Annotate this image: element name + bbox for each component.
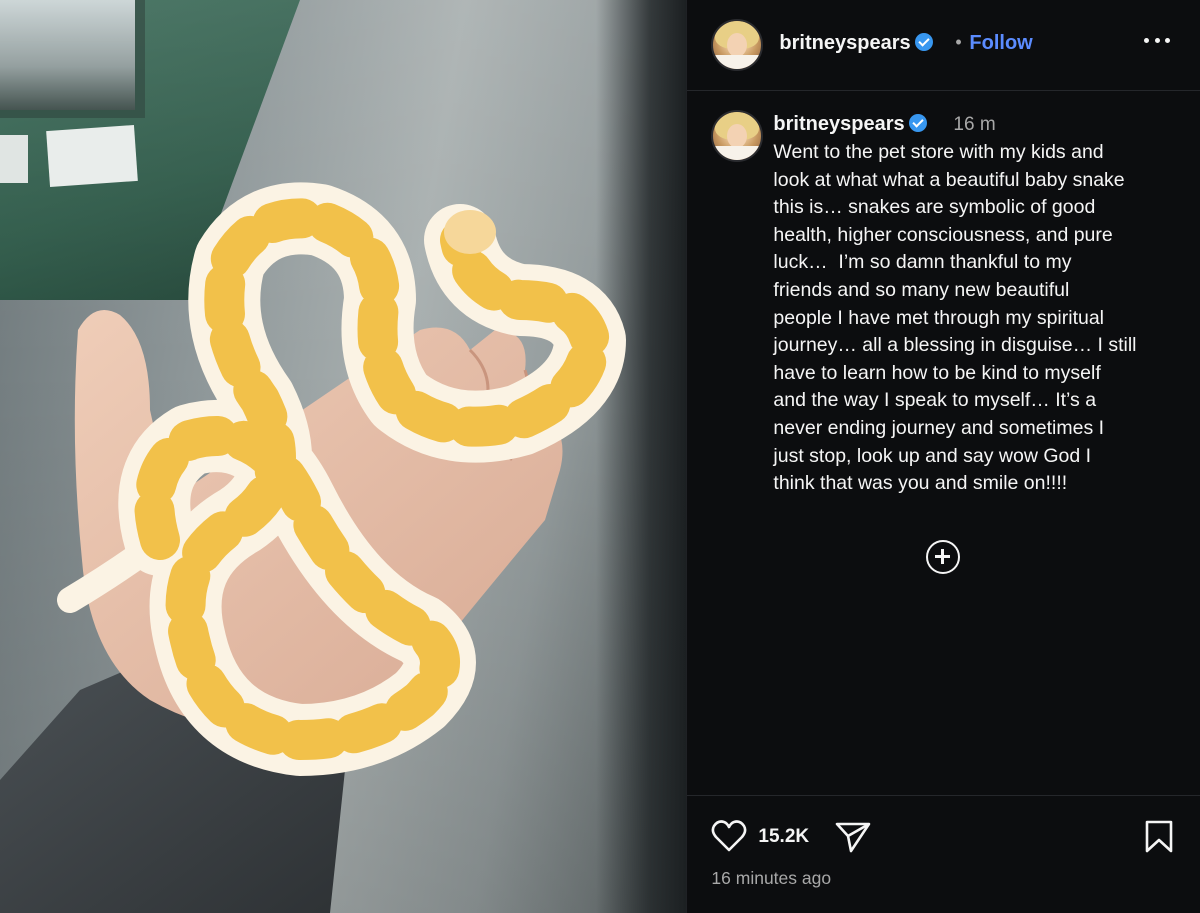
caption-username-text: britneyspears [773,113,905,135]
post-photo[interactable] [0,0,687,913]
caption-text: Went to the pet store with my kids and l… [773,141,1137,495]
hand-holding-snake-illustration [0,182,626,913]
bookmark-icon[interactable] [1144,820,1174,854]
username-text: britneyspears [779,32,911,54]
caption-username-link[interactable]: britneyspears [773,113,927,136]
verified-badge-icon [908,114,927,132]
instagram-post: britneyspears • Follow britneyspears 16 … [0,0,1200,913]
heart-icon[interactable] [711,820,747,852]
post-header: britneyspears • Follow [687,0,1200,91]
avatar[interactable] [711,110,764,162]
username-link[interactable]: britneyspears [779,32,933,55]
post-side-panel: britneyspears • Follow britneyspears 16 … [686,0,1200,913]
verified-badge-icon [914,33,933,51]
like-count[interactable]: 15.2K [758,826,809,848]
follow-button[interactable]: Follow [969,32,1032,55]
plus-circle-icon[interactable] [926,540,961,574]
more-options-icon[interactable] [1144,28,1171,52]
caption-timestamp[interactable]: 16 m [953,114,995,136]
post-actions: 15.2K 16 minutes ago [687,795,1200,913]
posted-time: 16 minutes ago [711,868,832,888]
separator-dot: • [955,32,962,52]
avatar[interactable] [711,19,764,71]
send-icon[interactable] [835,821,871,853]
